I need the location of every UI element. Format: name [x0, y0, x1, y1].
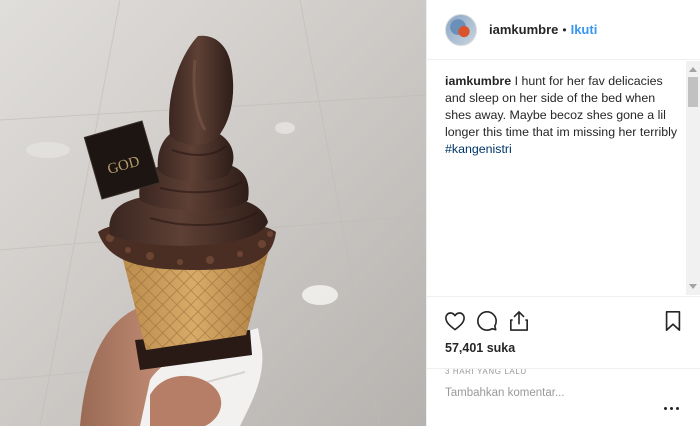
follow-button[interactable]: Ikuti — [571, 22, 598, 37]
instagram-post: GOD iamkumbre • Ikuti iamkumbre I hunt f… — [0, 0, 700, 426]
likes-count[interactable]: 57,401 suka — [445, 339, 689, 357]
more-options-button[interactable] — [664, 407, 679, 410]
heart-icon — [445, 312, 465, 331]
share-button[interactable] — [503, 305, 535, 337]
avatar[interactable] — [445, 13, 477, 46]
header-username[interactable]: iamkumbre — [489, 22, 558, 37]
post-photo[interactable]: GOD — [0, 0, 426, 426]
caption-username[interactable]: iamkumbre — [445, 74, 511, 88]
comment-box — [427, 368, 700, 426]
comment-button[interactable] — [471, 305, 503, 337]
caption-scrollbar[interactable] — [686, 61, 700, 295]
share-icon — [510, 311, 528, 331]
more-options-icon — [664, 407, 667, 410]
caption-area: iamkumbre I hunt for her fav delicacies … — [427, 61, 700, 295]
comment-icon — [477, 311, 497, 331]
post-header: iamkumbre • Ikuti — [427, 0, 700, 60]
scroll-thumb[interactable] — [688, 77, 698, 107]
comment-input[interactable] — [445, 387, 645, 399]
bookmark-icon — [665, 311, 681, 331]
scroll-down-icon[interactable] — [689, 284, 697, 289]
save-button[interactable] — [657, 305, 689, 337]
like-button[interactable] — [439, 305, 471, 337]
header-separator: • — [562, 22, 567, 37]
caption-hashtag[interactable]: #kangenistri — [445, 142, 512, 156]
action-icons — [439, 303, 689, 339]
ice-cream-illustration: GOD — [0, 0, 426, 426]
post-actions: 57,401 suka 3 HARI YANG LALU — [427, 296, 700, 376]
post-side-panel: iamkumbre • Ikuti iamkumbre I hunt for h… — [426, 0, 700, 426]
scroll-up-icon[interactable] — [689, 67, 697, 72]
